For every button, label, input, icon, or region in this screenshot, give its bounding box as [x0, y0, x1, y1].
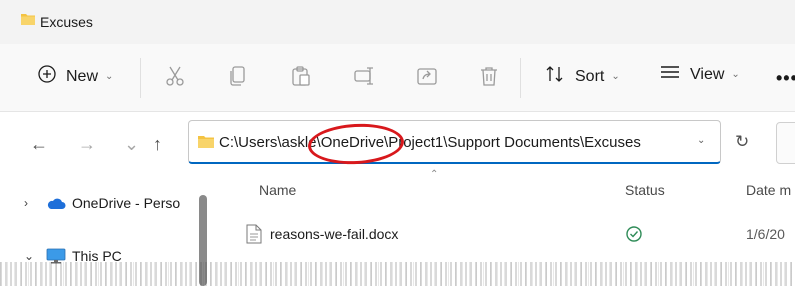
more-options-button[interactable]: ••• [776, 68, 795, 89]
forward-arrow-icon[interactable]: → [78, 134, 96, 155]
sidebar-item-onedrive[interactable]: › OneDrive - Perso [24, 195, 180, 211]
file-date: 1/6/20 [746, 226, 785, 242]
chevron-down-icon: ⌄ [105, 71, 114, 82]
chevron-down-icon[interactable]: ⌄ [697, 135, 705, 146]
column-header-label: Name [259, 182, 297, 198]
synced-check-icon [625, 225, 643, 248]
copy-icon[interactable] [226, 64, 250, 88]
share-icon[interactable] [415, 64, 439, 88]
column-header-status[interactable]: Status [625, 182, 665, 198]
torn-edge-decoration [0, 262, 795, 286]
search-box[interactable] [776, 122, 795, 164]
plus-circle-icon [38, 65, 56, 88]
view-button-label: View [690, 65, 725, 83]
new-button[interactable]: New ⌄ [38, 65, 113, 88]
toolbar-divider [140, 58, 141, 98]
address-path[interactable]: C:\Users\askle\OneDrive\Project1\Support… [219, 134, 641, 151]
navigation-bar: ← → ⌄ ↑ C:\Users\askle\OneDrive\Project1… [0, 112, 795, 172]
sort-icon [545, 65, 565, 88]
table-row[interactable]: reasons-we-fail.docx 1/6/20 [240, 220, 795, 250]
sidebar-item-label: OneDrive - Perso [72, 195, 181, 211]
view-button[interactable]: View ⌄ [660, 65, 740, 84]
list-view-icon [660, 65, 680, 84]
file-name: reasons-we-fail.docx [270, 226, 399, 242]
up-arrow-icon[interactable]: ↑ [153, 134, 162, 155]
chevron-down-icon[interactable]: ⌄ [24, 249, 46, 263]
sort-button[interactable]: Sort ⌄ [545, 65, 620, 88]
document-icon [246, 224, 262, 249]
paste-icon[interactable] [289, 64, 313, 88]
refresh-icon[interactable]: ↻ [735, 132, 749, 152]
rename-icon[interactable] [352, 64, 376, 88]
sort-button-label: Sort [575, 67, 605, 85]
column-header-date[interactable]: Date m [746, 182, 791, 198]
title-bar: Excuses [0, 0, 795, 44]
chevron-down-icon: ⌄ [611, 71, 620, 82]
cloud-icon [46, 197, 66, 210]
folder-icon [20, 12, 36, 31]
back-arrow-icon[interactable]: ← [30, 134, 48, 155]
delete-icon[interactable] [477, 64, 501, 88]
command-bar: New ⌄ Sort ⌄ View ⌄ •• [0, 44, 795, 112]
cut-icon[interactable] [163, 64, 187, 88]
new-button-label: New [66, 67, 99, 85]
chevron-down-icon: ⌄ [731, 69, 740, 80]
toolbar-divider [520, 58, 521, 98]
folder-icon [197, 134, 215, 154]
chevron-right-icon[interactable]: › [24, 196, 46, 210]
address-bar[interactable]: C:\Users\askle\OneDrive\Project1\Support… [188, 120, 721, 164]
window-title: Excuses [40, 14, 93, 30]
recent-locations-chevron-icon[interactable]: ⌄ [124, 134, 139, 155]
column-header-name[interactable]: Name [259, 182, 296, 198]
sort-caret-icon: ⌃ [430, 169, 439, 180]
